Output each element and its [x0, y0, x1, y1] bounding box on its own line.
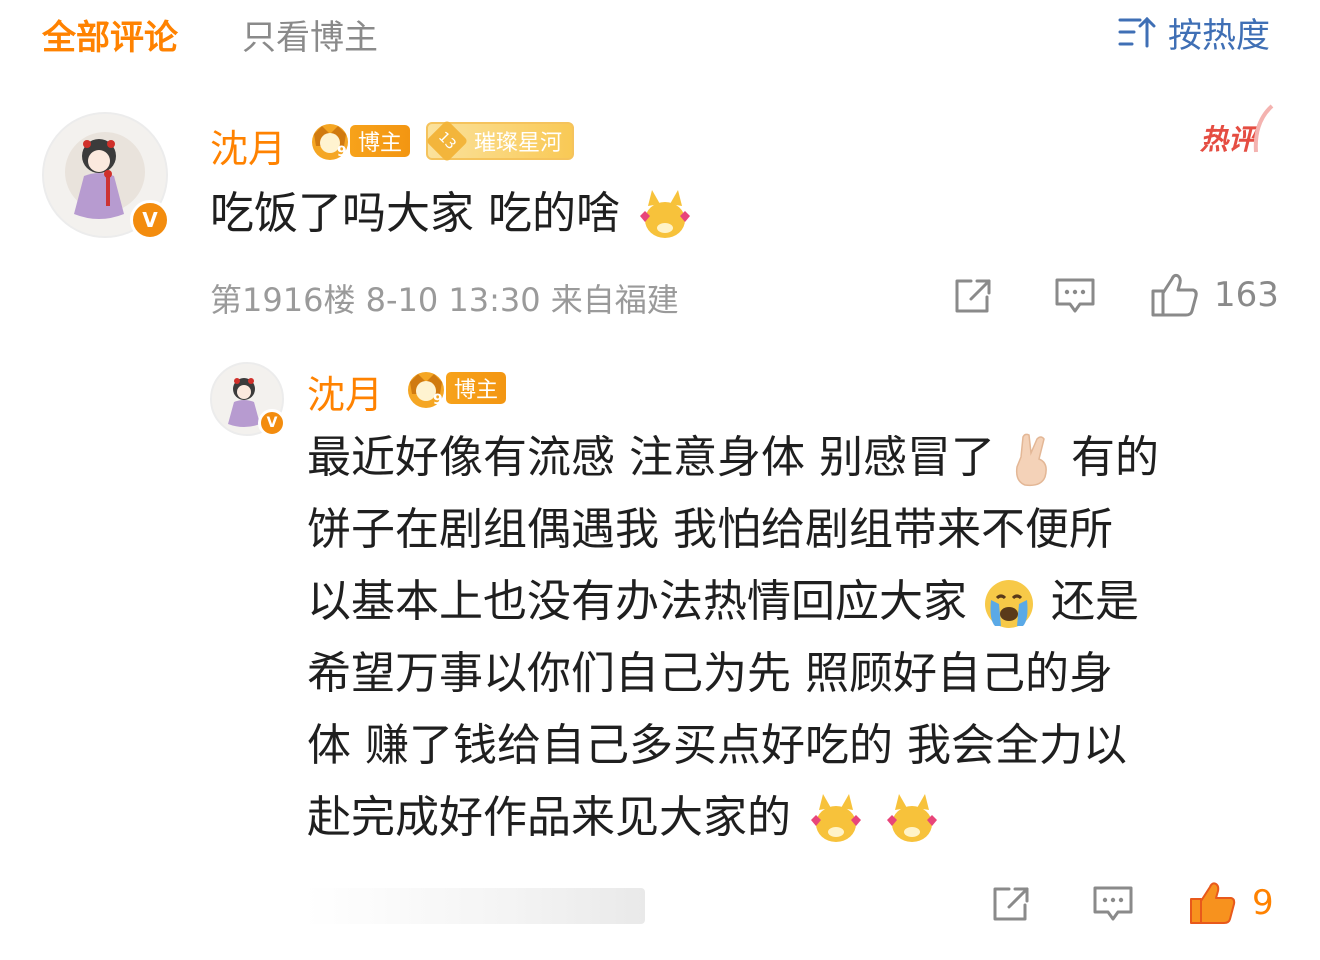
- thumbs-up-icon: [1151, 273, 1198, 317]
- svg-text:9: 9: [433, 392, 443, 408]
- like-button[interactable]: 163: [1150, 270, 1279, 320]
- hot-flame-icon: [1253, 104, 1274, 153]
- tab-blogger-only[interactable]: 只看博主: [242, 10, 378, 59]
- level-number: 13: [425, 119, 469, 163]
- repost-button[interactable]: [950, 274, 996, 318]
- verified-badge-icon: V: [130, 200, 170, 240]
- repost-icon: [955, 279, 991, 313]
- sort-label: 按热度: [1168, 15, 1270, 56]
- like-button-active[interactable]: 9: [1188, 878, 1274, 928]
- crying-face-emoji-icon: [985, 580, 1033, 628]
- comment-username[interactable]: 沈月: [210, 118, 286, 173]
- reply-line: 希望万事以你们自己为先 照顾好自己的身: [307, 648, 1113, 699]
- comment-icon: [1055, 278, 1095, 313]
- repost-icon: [993, 887, 1029, 921]
- reply-button[interactable]: [1052, 274, 1098, 318]
- reply-username[interactable]: 沈月: [307, 364, 383, 419]
- blogger-badge: 博主: [350, 125, 411, 157]
- reply-line: 以基本上也没有办法热情回应大家 还是: [307, 566, 1287, 638]
- blogger-badge: 博主: [446, 372, 507, 404]
- thumbs-up-filled-icon: [1190, 882, 1236, 924]
- doge-heart-emoji-icon: [811, 794, 861, 842]
- reply-line: 饼子在剧组偶遇我 我怕给剧组带来不便所: [307, 504, 1113, 555]
- comment-text: 吃饭了吗大家 吃的啥: [210, 178, 696, 250]
- level-title: 璀璨星河: [474, 131, 563, 156]
- svg-text:9: 9: [337, 144, 347, 160]
- comment-icon: [1093, 886, 1133, 921]
- reply-text: 最近好像有流感 注意身体 别感冒了 有的 饼子在剧组偶遇我 我怕给剧组带来不便所…: [307, 422, 1287, 854]
- fan-level-badge: 13 璀璨星河: [425, 119, 575, 163]
- reply-line: 体 赚了钱给自己多买点好吃的 我会全力以: [307, 720, 1127, 771]
- repost-button[interactable]: [988, 882, 1034, 926]
- tab-all-comments[interactable]: 全部评论: [42, 10, 178, 59]
- sort-icon: [1118, 16, 1156, 48]
- reply-button[interactable]: [1090, 882, 1136, 926]
- reply-line: 赴完成好作品来见大家的: [307, 782, 1287, 854]
- reply-meta-blurred: [305, 888, 645, 924]
- reply-line: 最近好像有流感 注意身体 别感冒了 有的: [307, 422, 1287, 494]
- comment-meta: 第1916楼 8-10 13:30 来自福建: [210, 281, 679, 319]
- sort-by-hot-button[interactable]: 按热度: [1118, 10, 1270, 56]
- verified-badge-icon: V: [258, 409, 286, 437]
- doge-heart-emoji-icon: [887, 794, 937, 842]
- like-count: 9: [1252, 883, 1274, 923]
- doge-heart-emoji-icon: [640, 190, 690, 238]
- fingers-crossed-emoji-icon: [1015, 433, 1047, 487]
- like-count: 163: [1214, 275, 1279, 315]
